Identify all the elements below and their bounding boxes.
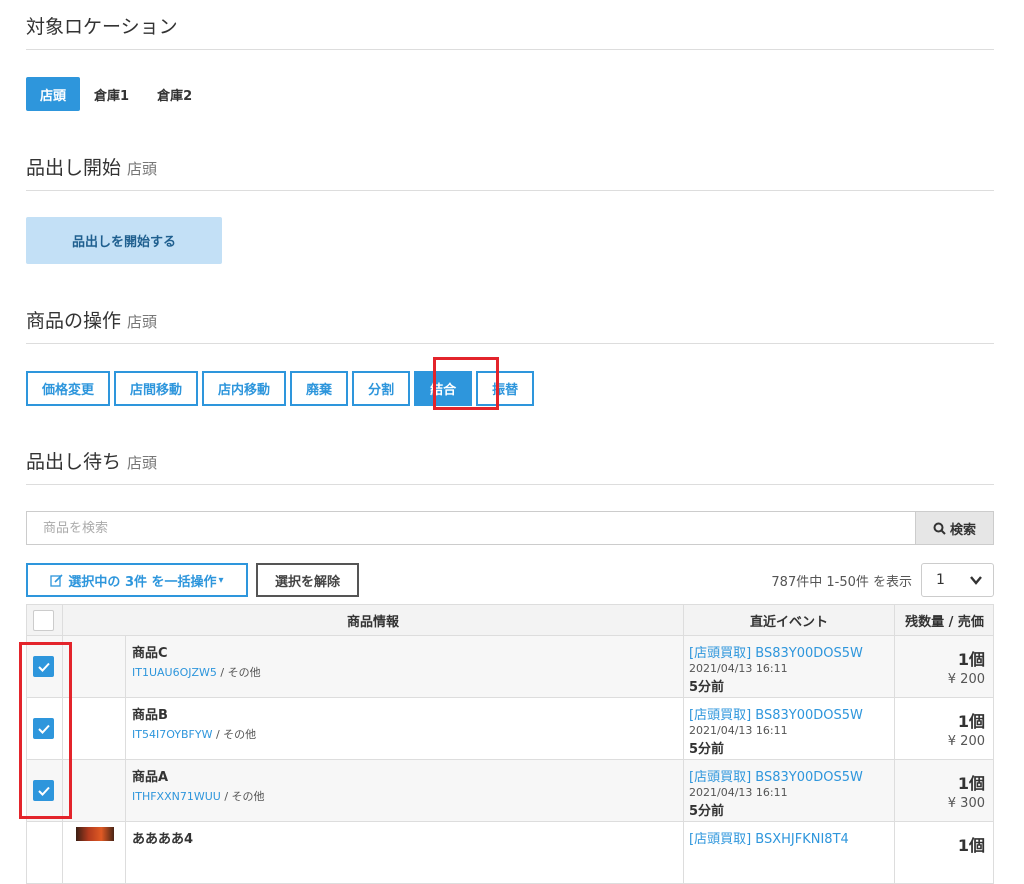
row-checkbox[interactable] <box>33 718 54 739</box>
search-button-label: 検索 <box>949 522 976 538</box>
waiting-section-header: 品出し待ち 店頭 <box>26 435 994 485</box>
product-code[interactable]: ITHFXXN71WUU <box>132 790 221 803</box>
location-tab-store[interactable]: 店頭 <box>26 77 81 111</box>
product-search-input[interactable] <box>26 511 916 545</box>
select-all-checkbox[interactable] <box>33 610 54 631</box>
table-row[interactable]: ああああ4 [店頭買取] BSXHJFKNI8T4 1個 <box>26 822 994 884</box>
edit-icon <box>50 573 63 587</box>
operations-section-title: 商品の操作 店頭 <box>26 306 157 333</box>
start-display-button[interactable]: 品出しを開始する <box>26 217 222 264</box>
split-button[interactable]: 分割 <box>352 371 411 406</box>
start-section-title: 品出し開始 店頭 <box>26 153 157 180</box>
location-section-title: 対象ロケーション <box>26 16 178 38</box>
header-recent-event: 直近イベント <box>749 614 828 630</box>
operations-section-location: 店頭 <box>127 313 158 331</box>
price-change-button[interactable]: 価格変更 <box>26 371 111 406</box>
bulk-operation-caret: ▾ <box>218 574 224 586</box>
start-section-title-text: 品出し開始 <box>26 157 122 179</box>
event-ago: 5分前 <box>689 680 725 695</box>
event-link[interactable]: [店頭買取] BS83Y00DOS5W <box>689 704 863 723</box>
header-qty-price: 残数量 / 売価 <box>905 614 984 630</box>
operations-buttons: 価格変更 店間移動 店内移動 廃棄 分割 結合 振替 <box>26 371 538 406</box>
waiting-products-table: 商品情報 直近イベント 残数量 / 売価 商品C IT1UAU6OJZW5 / … <box>26 604 994 884</box>
event-date: 2021/04/13 16:11 <box>689 786 788 799</box>
check-icon <box>38 724 50 734</box>
start-section-header: 品出し開始 店頭 <box>26 141 994 191</box>
product-code-line: IT1UAU6OJZW5 / その他 <box>132 664 261 680</box>
event-link[interactable]: [店頭買取] BS83Y00DOS5W <box>689 766 863 785</box>
product-thumbnail <box>76 827 114 841</box>
merge-button[interactable]: 結合 <box>414 371 473 406</box>
operations-section-header: 商品の操作 店頭 <box>26 294 994 344</box>
transfer-button[interactable]: 振替 <box>476 371 535 406</box>
dispose-button[interactable]: 廃棄 <box>290 371 349 406</box>
result-count: 787件中 1-50件 を表示 <box>771 574 912 590</box>
deselect-button[interactable]: 選択を解除 <box>256 563 359 597</box>
per-page-value: 1 <box>936 572 945 588</box>
row-checkbox[interactable] <box>33 656 54 677</box>
price: ¥ 200 <box>947 672 985 687</box>
event-date: 2021/04/13 16:11 <box>689 662 788 675</box>
event-ago: 5分前 <box>689 742 725 757</box>
per-page-select[interactable]: 1 <box>921 563 994 597</box>
table-row[interactable]: 商品C IT1UAU6OJZW5 / その他 [店頭買取] BS83Y00DOS… <box>26 636 994 698</box>
product-category: / その他 <box>220 790 265 803</box>
location-tab-warehouse-1[interactable]: 倉庫1 <box>80 77 143 111</box>
product-code[interactable]: IT1UAU6OJZW5 <box>132 666 217 679</box>
product-name: 商品B <box>132 708 168 723</box>
event-date: 2021/04/13 16:11 <box>689 724 788 737</box>
waiting-section-title-text: 品出し待ち <box>26 451 122 473</box>
table-header: 商品情報 直近イベント 残数量 / 売価 <box>26 604 994 636</box>
quantity: 1個 <box>957 650 985 669</box>
search-icon <box>933 522 946 535</box>
product-category: / その他 <box>212 728 257 741</box>
check-icon <box>38 786 50 796</box>
event-link[interactable]: [店頭買取] BS83Y00DOS5W <box>689 642 863 661</box>
table-row[interactable]: 商品A ITHFXXN71WUU / その他 [店頭買取] BS83Y00DOS… <box>26 760 994 822</box>
price: ¥ 300 <box>947 796 985 811</box>
waiting-section-location: 店頭 <box>127 454 158 472</box>
product-search: 検索 <box>26 511 994 545</box>
location-tabs: 店頭 倉庫1 倉庫2 <box>26 77 206 111</box>
in-store-move-button[interactable]: 店内移動 <box>202 371 287 406</box>
location-tab-warehouse-2[interactable]: 倉庫2 <box>143 77 206 111</box>
search-button[interactable]: 検索 <box>915 511 994 545</box>
store-transfer-button[interactable]: 店間移動 <box>114 371 199 406</box>
header-product-info: 商品情報 <box>346 614 399 630</box>
product-name: 商品A <box>132 770 169 785</box>
product-code[interactable]: IT54I7OYBFYW <box>132 728 212 741</box>
start-section-location: 店頭 <box>127 160 158 178</box>
quantity: 1個 <box>957 712 985 731</box>
event-ago: 5分前 <box>689 804 725 819</box>
event-link[interactable]: [店頭買取] BSXHJFKNI8T4 <box>689 828 849 847</box>
product-code-line: IT54I7OYBFYW / その他 <box>132 726 256 742</box>
bulk-operation-label: 選択中の 3件 を一括操作 <box>68 574 217 590</box>
product-name: ああああ4 <box>132 832 194 847</box>
product-category: / その他 <box>216 666 261 679</box>
operations-section-title-text: 商品の操作 <box>26 310 122 332</box>
table-row[interactable]: 商品B IT54I7OYBFYW / その他 [店頭買取] BS83Y00DOS… <box>26 698 994 760</box>
check-icon <box>38 662 50 672</box>
location-section-header: 対象ロケーション <box>26 0 994 50</box>
bulk-operation-button[interactable]: 選択中の 3件 を一括操作 ▾ <box>26 563 248 597</box>
chevron-down-icon <box>970 576 982 585</box>
row-checkbox[interactable] <box>33 780 54 801</box>
quantity: 1個 <box>957 774 985 793</box>
waiting-section-title: 品出し待ち 店頭 <box>26 447 157 474</box>
price: ¥ 200 <box>947 734 985 749</box>
product-name: 商品C <box>132 646 168 661</box>
product-code-line: ITHFXXN71WUU / その他 <box>132 788 265 804</box>
